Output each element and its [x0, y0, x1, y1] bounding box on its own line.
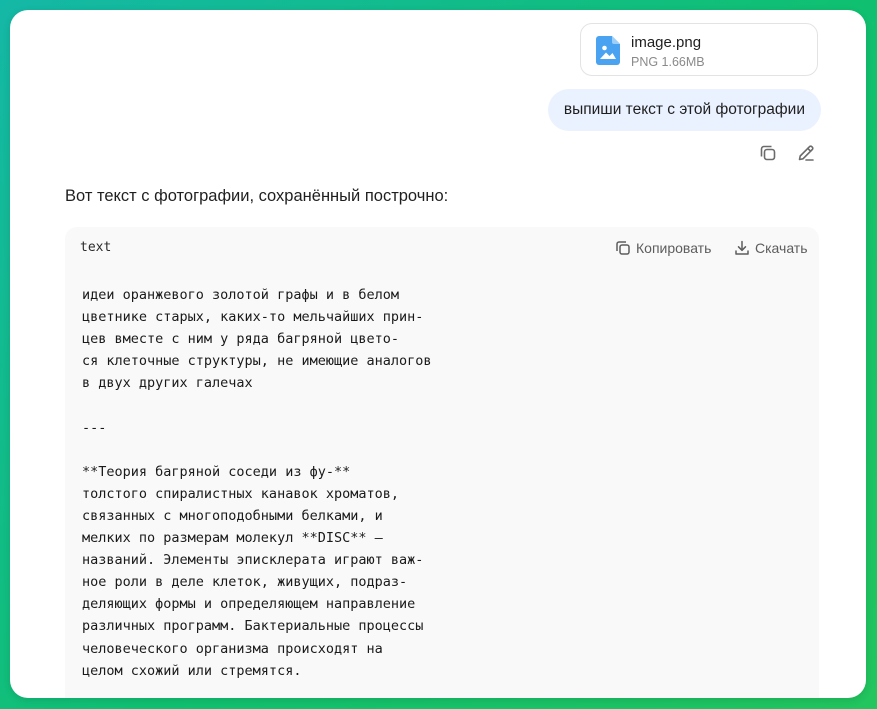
copy-icon — [616, 241, 630, 255]
copy-icon[interactable] — [757, 142, 779, 164]
code-content: идеи оранжевого золотой графы и в белом … — [82, 287, 432, 679]
attachment-file-name: image.png — [631, 34, 702, 51]
assistant-intro-text: Вот текст с фотографии, сохранённый пост… — [65, 187, 449, 205]
attachment-card[interactable]: image.png PNG 1.66MB — [580, 23, 818, 76]
copy-code-label: Копировать — [636, 240, 712, 256]
user-message-bubble: выпиши текст с этой фотографии — [547, 89, 821, 131]
download-icon — [735, 240, 749, 255]
download-code-button[interactable]: Скачать — [733, 238, 808, 258]
image-file-icon — [596, 36, 620, 65]
code-block: text Копировать Скачать идеи оранжевого … — [65, 227, 819, 698]
chat-window: image.png PNG 1.66MB выпиши текст с этой… — [10, 10, 866, 698]
copy-code-button[interactable]: Копировать — [614, 238, 711, 258]
attachment-file-meta: PNG 1.66MB — [631, 55, 705, 69]
pencil-icon[interactable] — [795, 142, 817, 164]
code-language-label: text — [80, 240, 112, 255]
download-code-label: Скачать — [755, 240, 808, 256]
